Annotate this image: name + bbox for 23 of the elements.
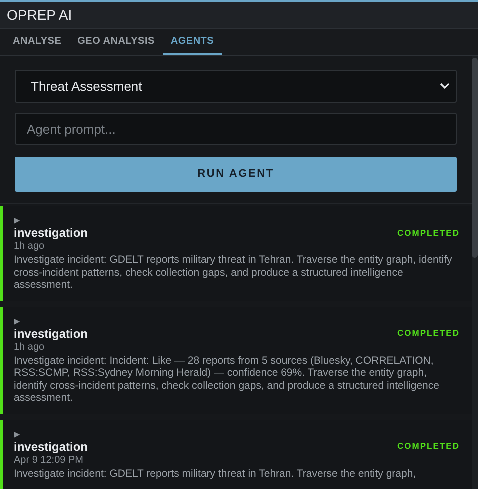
agent-select[interactable]: Threat Assessment bbox=[15, 70, 457, 103]
expand-icon[interactable]: ▶ bbox=[14, 216, 460, 226]
run-prompt: Investigate incident: Incident: Like — 28 reports from 5 sources (Bluesky, CORRELATION, RSS:SCMP, RSS:Sydney Morning Herald) — confidence 69%. Traverse the entity graph, identify cross-incident patterns, check collection gaps, and produce a structured intelligence assessment. bbox=[14, 354, 440, 404]
run-prompt: Investigate incident: GDELT reports military threat in Tehran. Traverse the entity graph, bbox=[14, 468, 418, 480]
status-label: COMPLETED bbox=[397, 226, 460, 240]
status-label: COMPLETED bbox=[397, 327, 460, 340]
tab[interactable]: GEO ANALYSIS bbox=[70, 29, 163, 55]
chevron-down-icon bbox=[440, 83, 450, 90]
run-agent-button[interactable]: RUN AGENT bbox=[15, 157, 457, 192]
scrollbar-thumb[interactable] bbox=[472, 58, 478, 258]
run-time: 1h ago bbox=[14, 240, 46, 254]
run-prompt: Investigate incident: GDELT reports military threat in Tehran. Traverse the entity graph, identify cross-incident patterns, check collection gaps, and produce a structured intelligence assessment. bbox=[14, 254, 454, 292]
run-type: investigation bbox=[14, 326, 88, 340]
tab[interactable]: ANALYSE bbox=[5, 29, 70, 55]
prompt-field[interactable]: Agent prompt... bbox=[15, 113, 457, 145]
window-title: OPREP AI bbox=[7, 6, 72, 24]
run-type: investigation bbox=[14, 440, 88, 454]
status-label: COMPLETED bbox=[397, 440, 460, 453]
expand-icon[interactable]: ▶ bbox=[14, 316, 460, 326]
expand-icon[interactable]: ▶ bbox=[14, 430, 460, 440]
run-time: Apr 9 12:09 PM bbox=[14, 454, 84, 468]
run-type: investigation bbox=[14, 226, 88, 240]
run-time: 1h ago bbox=[14, 340, 46, 354]
